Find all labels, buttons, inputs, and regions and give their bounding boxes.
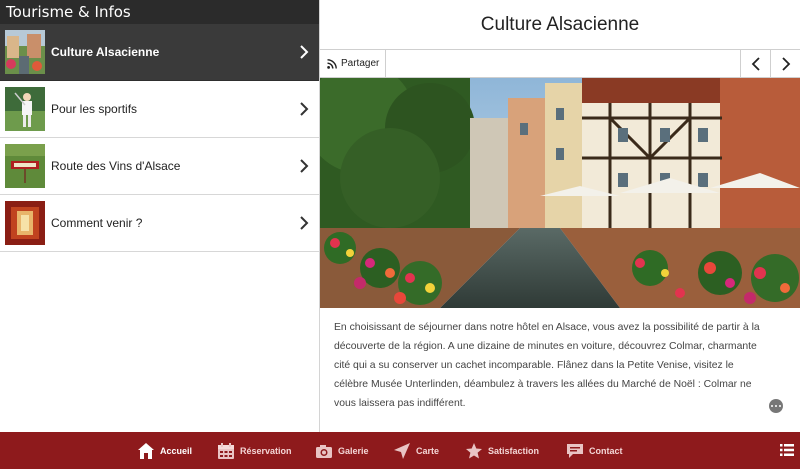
star-icon (466, 442, 482, 458)
chevron-right-icon (300, 45, 309, 59)
tab-accueil[interactable]: Accueil (137, 432, 192, 469)
camera-icon (316, 444, 332, 458)
calendar-icon (218, 442, 234, 459)
chat-icon (567, 443, 583, 458)
tab-label: Accueil (160, 445, 193, 456)
sidebar: Tourisme & Infos Culture Alsacienne Pour… (0, 0, 320, 432)
sportifs-thumbnail (5, 87, 45, 131)
dot (770, 404, 774, 408)
content-panel: Culture Alsacienne Partager En choisissa… (320, 0, 800, 432)
rss-icon (327, 58, 337, 69)
title-bar: Culture Alsacienne (320, 0, 800, 50)
chevron-right-icon (300, 102, 309, 116)
previous-button[interactable] (740, 50, 770, 77)
sidebar-item-label: Culture Alsacienne (51, 45, 160, 59)
comment-venir-thumbnail (5, 201, 45, 245)
dot (778, 404, 782, 408)
culture-thumbnail (5, 30, 45, 74)
sidebar-item-culture[interactable]: Culture Alsacienne (0, 24, 319, 81)
tab-label: Galerie (338, 445, 369, 456)
next-button[interactable] (770, 50, 800, 77)
chevron-right-icon (781, 56, 790, 71)
app-root: Tourisme & Infos Culture Alsacienne Pour… (0, 0, 800, 469)
sidebar-item-sportifs[interactable]: Pour les sportifs (0, 81, 319, 138)
description-text: En choisissant de séjourner dans notre h… (334, 322, 760, 409)
sidebar-item-label: Route des Vins d'Alsace (51, 159, 181, 173)
tab-label: Contact (589, 445, 623, 456)
tab-galerie[interactable]: Galerie (315, 432, 369, 469)
home-icon (138, 442, 154, 459)
share-label: Partager (341, 58, 380, 69)
chevron-right-icon (300, 159, 309, 173)
dot (774, 404, 778, 408)
tab-contact[interactable]: Contact (566, 432, 623, 469)
sidebar-item-comment-venir[interactable]: Comment venir ? (0, 195, 319, 252)
tab-label: Réservation (240, 445, 292, 456)
send-icon (394, 442, 410, 459)
sidebar-item-route-vins[interactable]: Route des Vins d'Alsace (0, 138, 319, 195)
tab-satisfaction[interactable]: Satisfaction (465, 432, 539, 469)
sidebar-item-label: Pour les sportifs (51, 102, 138, 116)
content-toolbar: Partager (320, 50, 800, 78)
sidebar-item-label: Comment venir ? (51, 216, 143, 230)
chevron-left-icon (751, 56, 760, 71)
sidebar-header: Tourisme & Infos (0, 0, 319, 24)
hero-image (320, 78, 800, 308)
page-title: Culture Alsacienne (480, 13, 640, 35)
share-button[interactable]: Partager (320, 50, 386, 77)
more-options-button[interactable] (769, 399, 783, 413)
bottom-nav: Accueil Réservation Galerie Carte Satisf… (0, 432, 800, 469)
list-menu-icon[interactable] (780, 443, 794, 457)
tab-reservation[interactable]: Réservation (217, 432, 292, 469)
tab-label: Carte (416, 445, 440, 456)
route-vins-thumbnail (5, 144, 45, 188)
tab-carte[interactable]: Carte (393, 432, 439, 469)
tab-label: Satisfaction (488, 445, 540, 456)
chevron-right-icon (300, 216, 309, 230)
